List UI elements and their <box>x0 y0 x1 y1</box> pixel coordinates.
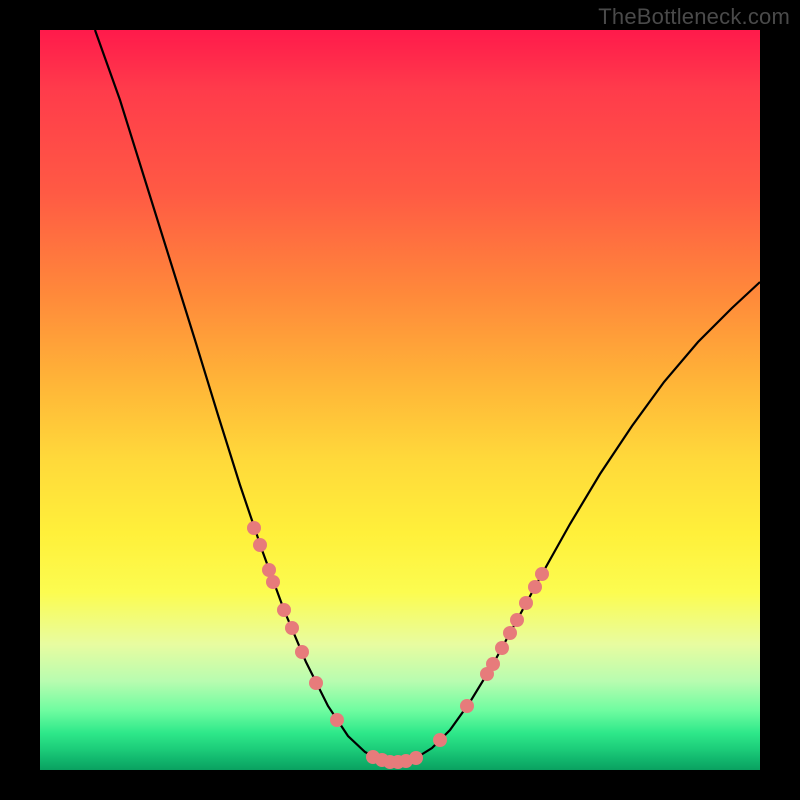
curve-svg <box>40 30 760 770</box>
data-marker <box>510 613 524 627</box>
marker-group <box>247 521 549 769</box>
data-marker <box>535 567 549 581</box>
data-marker <box>486 657 500 671</box>
data-marker <box>330 713 344 727</box>
data-marker <box>460 699 474 713</box>
data-marker <box>495 641 509 655</box>
data-marker <box>433 733 447 747</box>
data-marker <box>528 580 542 594</box>
data-marker <box>295 645 309 659</box>
data-marker <box>503 626 517 640</box>
watermark-text: TheBottleneck.com <box>598 4 790 30</box>
data-marker <box>266 575 280 589</box>
data-marker <box>519 596 533 610</box>
data-marker <box>285 621 299 635</box>
data-marker <box>277 603 291 617</box>
plot-area <box>40 30 760 770</box>
data-marker <box>309 676 323 690</box>
bottleneck-curve <box>95 30 760 762</box>
data-marker <box>262 563 276 577</box>
data-marker <box>409 751 423 765</box>
data-marker <box>253 538 267 552</box>
data-marker <box>247 521 261 535</box>
chart-frame: TheBottleneck.com <box>0 0 800 800</box>
